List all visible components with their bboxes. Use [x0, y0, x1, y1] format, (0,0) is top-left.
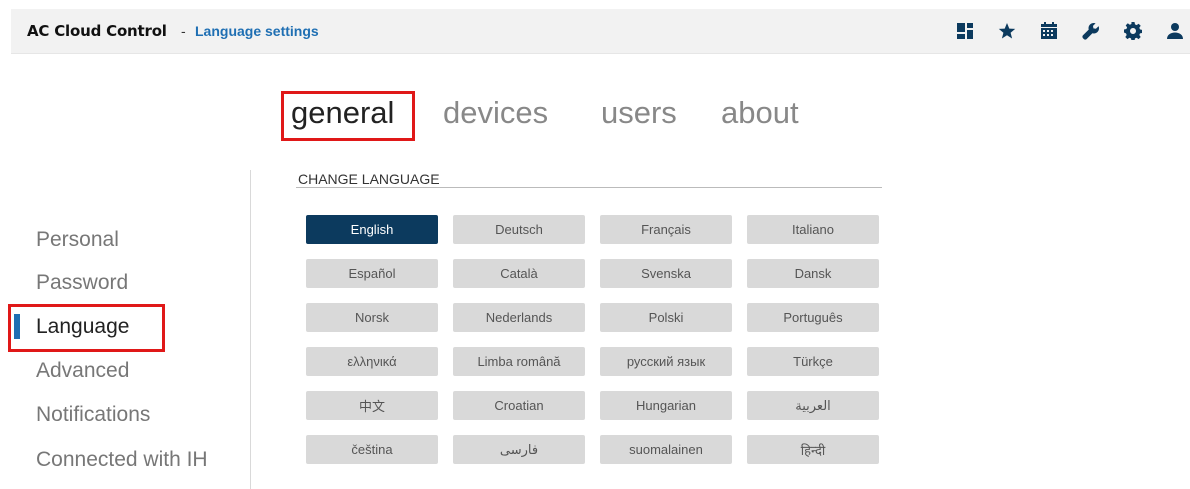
sidebar-item-personal[interactable]: Personal — [36, 228, 119, 252]
language-button-italiano[interactable]: Italiano — [747, 215, 879, 244]
language-button-english[interactable]: English — [306, 215, 438, 244]
language-button-espanol[interactable]: Español — [306, 259, 438, 288]
language-button-deutsch[interactable]: Deutsch — [453, 215, 585, 244]
language-button-czech[interactable]: čeština — [306, 435, 438, 464]
top-bar: AC Cloud Control - Language settings — [11, 9, 1190, 54]
app-title: AC Cloud Control — [27, 22, 167, 40]
section-title: CHANGE LANGUAGE — [298, 171, 440, 187]
tab-users[interactable]: users — [601, 95, 677, 131]
sidebar-item-language[interactable]: Language — [36, 315, 129, 339]
language-button-portugues[interactable]: Português — [747, 303, 879, 332]
sidebar-divider — [250, 170, 251, 489]
sidebar-item-advanced[interactable]: Advanced — [36, 359, 129, 383]
tab-general[interactable]: general — [291, 95, 394, 131]
sidebar-item-notifications[interactable]: Notifications — [36, 403, 150, 427]
language-button-hindi[interactable]: हिन्दी — [747, 435, 879, 464]
star-icon[interactable] — [996, 20, 1018, 42]
language-button-greek[interactable]: ελληνικά — [306, 347, 438, 376]
language-button-dansk[interactable]: Dansk — [747, 259, 879, 288]
gear-icon[interactable] — [1122, 20, 1144, 42]
language-button-catala[interactable]: Català — [453, 259, 585, 288]
language-button-finnish[interactable]: suomalainen — [600, 435, 732, 464]
tab-about[interactable]: about — [721, 95, 799, 131]
language-grid: English Deutsch Français Italiano Españo… — [306, 215, 881, 464]
language-button-francais[interactable]: Français — [600, 215, 732, 244]
active-indicator — [14, 314, 20, 339]
language-button-turkish[interactable]: Türkçe — [747, 347, 879, 376]
language-button-svenska[interactable]: Svenska — [600, 259, 732, 288]
language-button-norsk[interactable]: Norsk — [306, 303, 438, 332]
section-divider — [296, 187, 882, 188]
language-button-hungarian[interactable]: Hungarian — [600, 391, 732, 420]
language-button-arabic[interactable]: العربية — [747, 391, 879, 420]
language-button-persian[interactable]: فارسی — [453, 435, 585, 464]
language-button-romanian[interactable]: Limba română — [453, 347, 585, 376]
language-button-polski[interactable]: Polski — [600, 303, 732, 332]
wrench-icon[interactable] — [1080, 20, 1102, 42]
language-button-nederlands[interactable]: Nederlands — [453, 303, 585, 332]
page-title: Language settings — [195, 23, 319, 39]
user-icon[interactable] — [1164, 20, 1186, 42]
dashboard-icon[interactable] — [954, 20, 976, 42]
language-button-chinese[interactable]: 中文 — [306, 391, 438, 420]
language-button-russian[interactable]: русский язык — [600, 347, 732, 376]
calendar-icon[interactable] — [1038, 20, 1060, 42]
sidebar-item-connected-with-ih[interactable]: Connected with IH — [36, 448, 208, 472]
tab-devices[interactable]: devices — [443, 95, 548, 131]
title-separator: - — [181, 23, 186, 39]
sidebar-item-password[interactable]: Password — [36, 271, 128, 295]
language-button-croatian[interactable]: Croatian — [453, 391, 585, 420]
